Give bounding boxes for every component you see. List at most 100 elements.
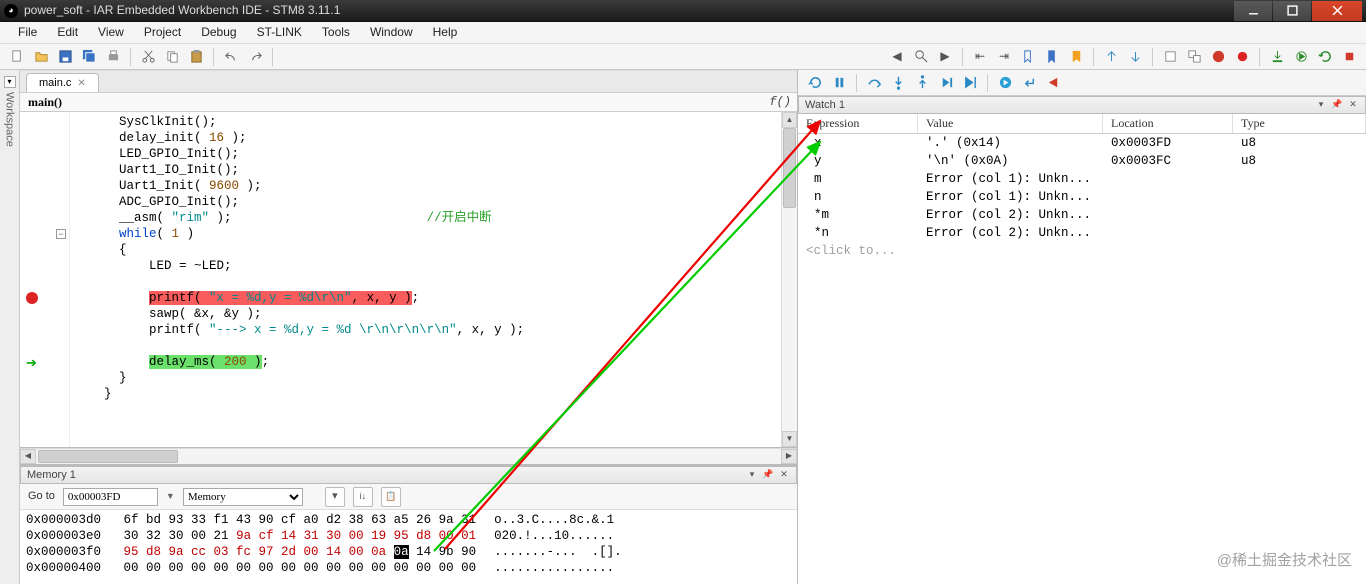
menu-debug[interactable]: Debug bbox=[191, 23, 246, 43]
code-line[interactable]: LED_GPIO_Init(); bbox=[74, 146, 781, 162]
next-statement-icon[interactable] bbox=[935, 72, 957, 94]
menu-help[interactable]: Help bbox=[423, 23, 468, 43]
panel-dropdown-icon[interactable]: ▾ bbox=[746, 469, 758, 481]
close-button[interactable] bbox=[1312, 1, 1362, 21]
watch-row[interactable]: nError (col 1): Unkn... bbox=[798, 188, 1366, 206]
memory-row[interactable]: 0x00000400 00 00 00 00 00 00 00 00 00 00… bbox=[26, 560, 791, 576]
restart-icon[interactable] bbox=[1314, 46, 1336, 68]
maximize-button[interactable] bbox=[1273, 1, 1311, 21]
nav-forward-icon[interactable]: ▶ bbox=[934, 46, 956, 68]
memory-toolbtn-2[interactable]: i↓ bbox=[353, 487, 373, 507]
save-all-icon[interactable] bbox=[78, 46, 100, 68]
bookmark-next-icon[interactable] bbox=[1041, 46, 1063, 68]
code-line[interactable]: } bbox=[74, 370, 781, 386]
menu-file[interactable]: File bbox=[8, 23, 47, 43]
code-line[interactable]: while( 1 ) bbox=[74, 226, 781, 242]
code-line[interactable]: { bbox=[74, 242, 781, 258]
code-line[interactable] bbox=[74, 338, 781, 354]
watch-row[interactable]: *mError (col 2): Unkn... bbox=[798, 206, 1366, 224]
watch-click-hint[interactable]: <click to... bbox=[798, 242, 918, 260]
watch-add-row[interactable]: <click to... bbox=[798, 242, 1366, 260]
file-tab-main-c[interactable]: main.c ✕ bbox=[26, 73, 99, 92]
copy-icon[interactable] bbox=[161, 46, 183, 68]
scroll-right-button[interactable]: ▶ bbox=[781, 449, 797, 464]
panel-close-icon[interactable]: ✕ bbox=[1347, 99, 1359, 111]
stop-icon[interactable] bbox=[1042, 72, 1064, 94]
go-up-icon[interactable] bbox=[1100, 46, 1122, 68]
goto-address-input[interactable] bbox=[63, 488, 158, 506]
breakpoint-icon[interactable] bbox=[1231, 46, 1253, 68]
bookmark-toggle-icon[interactable] bbox=[1065, 46, 1087, 68]
save-icon[interactable] bbox=[54, 46, 76, 68]
watch-col-value[interactable]: Value bbox=[918, 114, 1103, 133]
watch-row[interactable]: *nError (col 2): Unkn... bbox=[798, 224, 1366, 242]
code-line[interactable]: ADC_GPIO_Init(); bbox=[74, 194, 781, 210]
code-line[interactable]: SysClkInit(); bbox=[74, 114, 781, 130]
step-out-icon[interactable] bbox=[911, 72, 933, 94]
menu-tools[interactable]: Tools bbox=[312, 23, 360, 43]
horizontal-scrollbar[interactable]: ◀ ▶ bbox=[20, 448, 797, 464]
memory-zone-select[interactable]: Memory bbox=[183, 488, 303, 506]
menu-edit[interactable]: Edit bbox=[47, 23, 88, 43]
watch-table-header[interactable]: Expression Value Location Type bbox=[798, 114, 1366, 134]
menu-window[interactable]: Window bbox=[360, 23, 423, 43]
watch-panel-header[interactable]: Watch 1 ▾ 📌 ✕ bbox=[798, 96, 1366, 114]
go-icon[interactable] bbox=[994, 72, 1016, 94]
panel-close-icon[interactable]: ✕ bbox=[778, 469, 790, 481]
print-icon[interactable] bbox=[102, 46, 124, 68]
scroll-thumb[interactable] bbox=[783, 128, 796, 208]
code-line[interactable] bbox=[74, 274, 781, 290]
memory-row[interactable]: 0x000003e0 30 32 30 00 21 9a cf 14 31 30… bbox=[26, 528, 791, 544]
open-file-icon[interactable] bbox=[30, 46, 52, 68]
panel-pin-icon[interactable]: 📌 bbox=[1331, 99, 1343, 111]
watch-row[interactable]: mError (col 1): Unkn... bbox=[798, 170, 1366, 188]
code-line[interactable]: delay_init( 16 ); bbox=[74, 130, 781, 146]
watch-row[interactable]: x'.' (0x14)0x0003FDu8 bbox=[798, 134, 1366, 152]
watch-row[interactable]: y'\n' (0x0A)0x0003FCu8 bbox=[798, 152, 1366, 170]
make-icon[interactable] bbox=[1183, 46, 1205, 68]
step-into-icon[interactable] bbox=[887, 72, 909, 94]
workspace-sidebar[interactable]: ▾ Workspace bbox=[0, 70, 20, 584]
run-to-cursor-icon[interactable] bbox=[959, 72, 981, 94]
debug-no-download-icon[interactable] bbox=[1290, 46, 1312, 68]
code-line[interactable]: LED = ~LED; bbox=[74, 258, 781, 274]
close-tab-icon[interactable]: ✕ bbox=[77, 77, 85, 90]
reset-icon[interactable] bbox=[804, 72, 826, 94]
panel-dropdown-icon[interactable]: ▾ bbox=[1315, 99, 1327, 111]
step-over-icon[interactable] bbox=[863, 72, 885, 94]
menu-view[interactable]: View bbox=[88, 23, 134, 43]
memory-row[interactable]: 0x000003f0 95 d8 9a cc 03 fc 97 2d 00 14… bbox=[26, 544, 791, 560]
bookmark-prev-icon[interactable] bbox=[1017, 46, 1039, 68]
code-line[interactable]: printf( "---> x = %d,y = %d \r\n\r\n\r\n… bbox=[74, 322, 781, 338]
scroll-left-button[interactable]: ◀ bbox=[20, 449, 36, 464]
memory-hex-view[interactable]: 0x000003d0 6f bd 93 33 f1 43 90 cf a0 d2… bbox=[20, 510, 797, 584]
return-icon[interactable] bbox=[1018, 72, 1040, 94]
nav-right-icon[interactable]: ⇥ bbox=[993, 46, 1015, 68]
scroll-down-button[interactable]: ▼ bbox=[782, 431, 797, 447]
stop-build-icon[interactable] bbox=[1207, 46, 1229, 68]
scroll-thumb-h[interactable] bbox=[38, 450, 178, 463]
menu-st-link[interactable]: ST-LINK bbox=[247, 23, 312, 43]
memory-panel-header[interactable]: Memory 1 ▾ 📌 ✕ bbox=[20, 466, 797, 484]
minimize-button[interactable] bbox=[1234, 1, 1272, 21]
memory-row[interactable]: 0x000003d0 6f bd 93 33 f1 43 90 cf a0 d2… bbox=[26, 512, 791, 528]
code-line[interactable]: sawp( &x, &y ); bbox=[74, 306, 781, 322]
workspace-pin-icon[interactable]: ▾ bbox=[4, 76, 16, 88]
vertical-scrollbar[interactable]: ▲ ▼ bbox=[781, 112, 797, 447]
nav-back-icon[interactable]: ◀ bbox=[886, 46, 908, 68]
code-editor[interactable]: −➔ SysClkInit(); delay_init( 16 ); LED_G… bbox=[20, 112, 797, 448]
breakpoint-marker[interactable] bbox=[26, 292, 38, 304]
new-file-icon[interactable] bbox=[6, 46, 28, 68]
function-dropdown-bar[interactable]: main() f() bbox=[20, 92, 797, 112]
panel-pin-icon[interactable]: 📌 bbox=[762, 469, 774, 481]
cut-icon[interactable] bbox=[137, 46, 159, 68]
menu-project[interactable]: Project bbox=[134, 23, 191, 43]
paste-icon[interactable] bbox=[185, 46, 207, 68]
editor-gutter[interactable]: −➔ bbox=[20, 112, 70, 447]
download-debug-icon[interactable] bbox=[1266, 46, 1288, 68]
break-icon[interactable] bbox=[828, 72, 850, 94]
watch-col-type[interactable]: Type bbox=[1233, 114, 1366, 133]
compile-icon[interactable] bbox=[1159, 46, 1181, 68]
watch-col-location[interactable]: Location bbox=[1103, 114, 1233, 133]
nav-left-icon[interactable]: ⇤ bbox=[969, 46, 991, 68]
